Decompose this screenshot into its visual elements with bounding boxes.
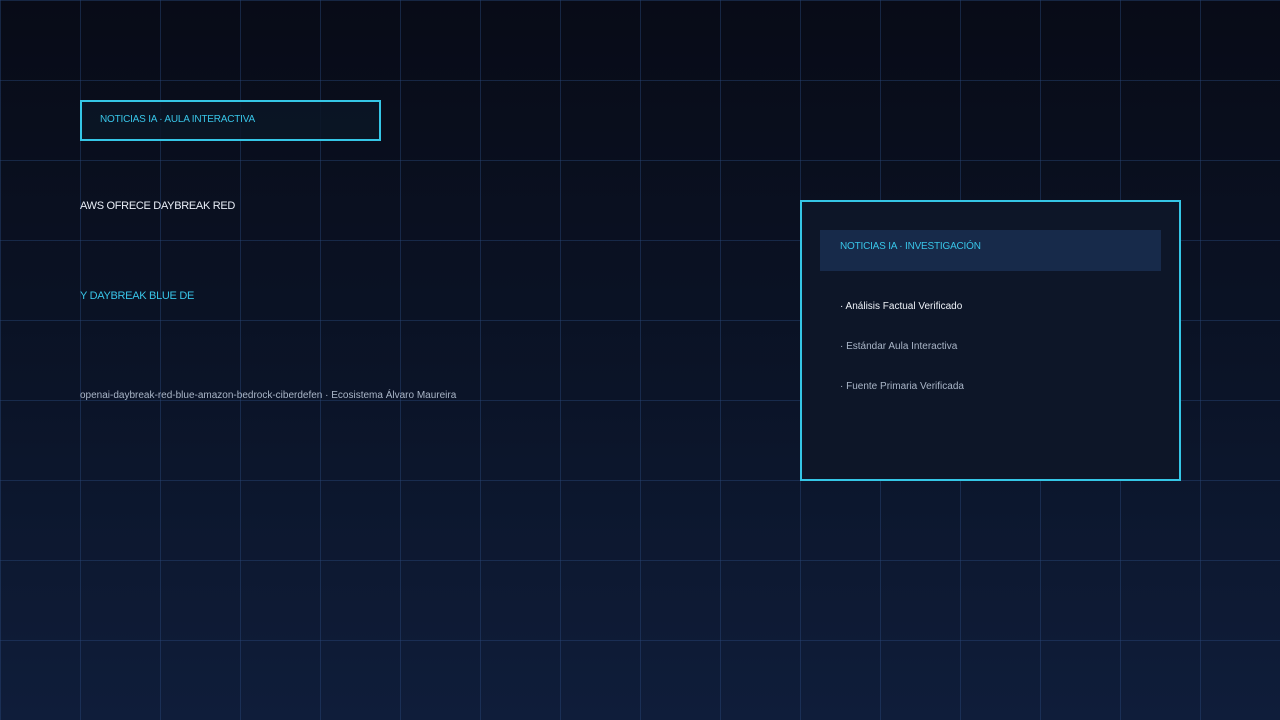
headline-line-2: Y DAYBREAK BLUE DE bbox=[80, 290, 195, 302]
section-badge: NOTICIAS IA · AULA INTERACTIVA bbox=[80, 100, 381, 141]
panel-item-factual-analysis: · Análisis Factual Verificado bbox=[840, 301, 963, 312]
section-badge-label: NOTICIAS IA · AULA INTERACTIVA bbox=[100, 114, 255, 125]
panel-item-interactive-standard: · Estándar Aula Interactiva bbox=[840, 341, 958, 352]
panel-header: NOTICIAS IA · INVESTIGACIÓN bbox=[820, 230, 1161, 271]
panel-title: NOTICIAS IA · INVESTIGACIÓN bbox=[840, 241, 981, 252]
panel-item-primary-source: · Fuente Primaria Verificada bbox=[840, 381, 964, 392]
research-panel: NOTICIAS IA · INVESTIGACIÓN · Análisis F… bbox=[800, 200, 1181, 481]
article-slug: openai-daybreak-red-blue-amazon-bedrock-… bbox=[80, 390, 457, 401]
headline-line-1: AWS OFRECE DAYBREAK RED bbox=[80, 200, 236, 212]
